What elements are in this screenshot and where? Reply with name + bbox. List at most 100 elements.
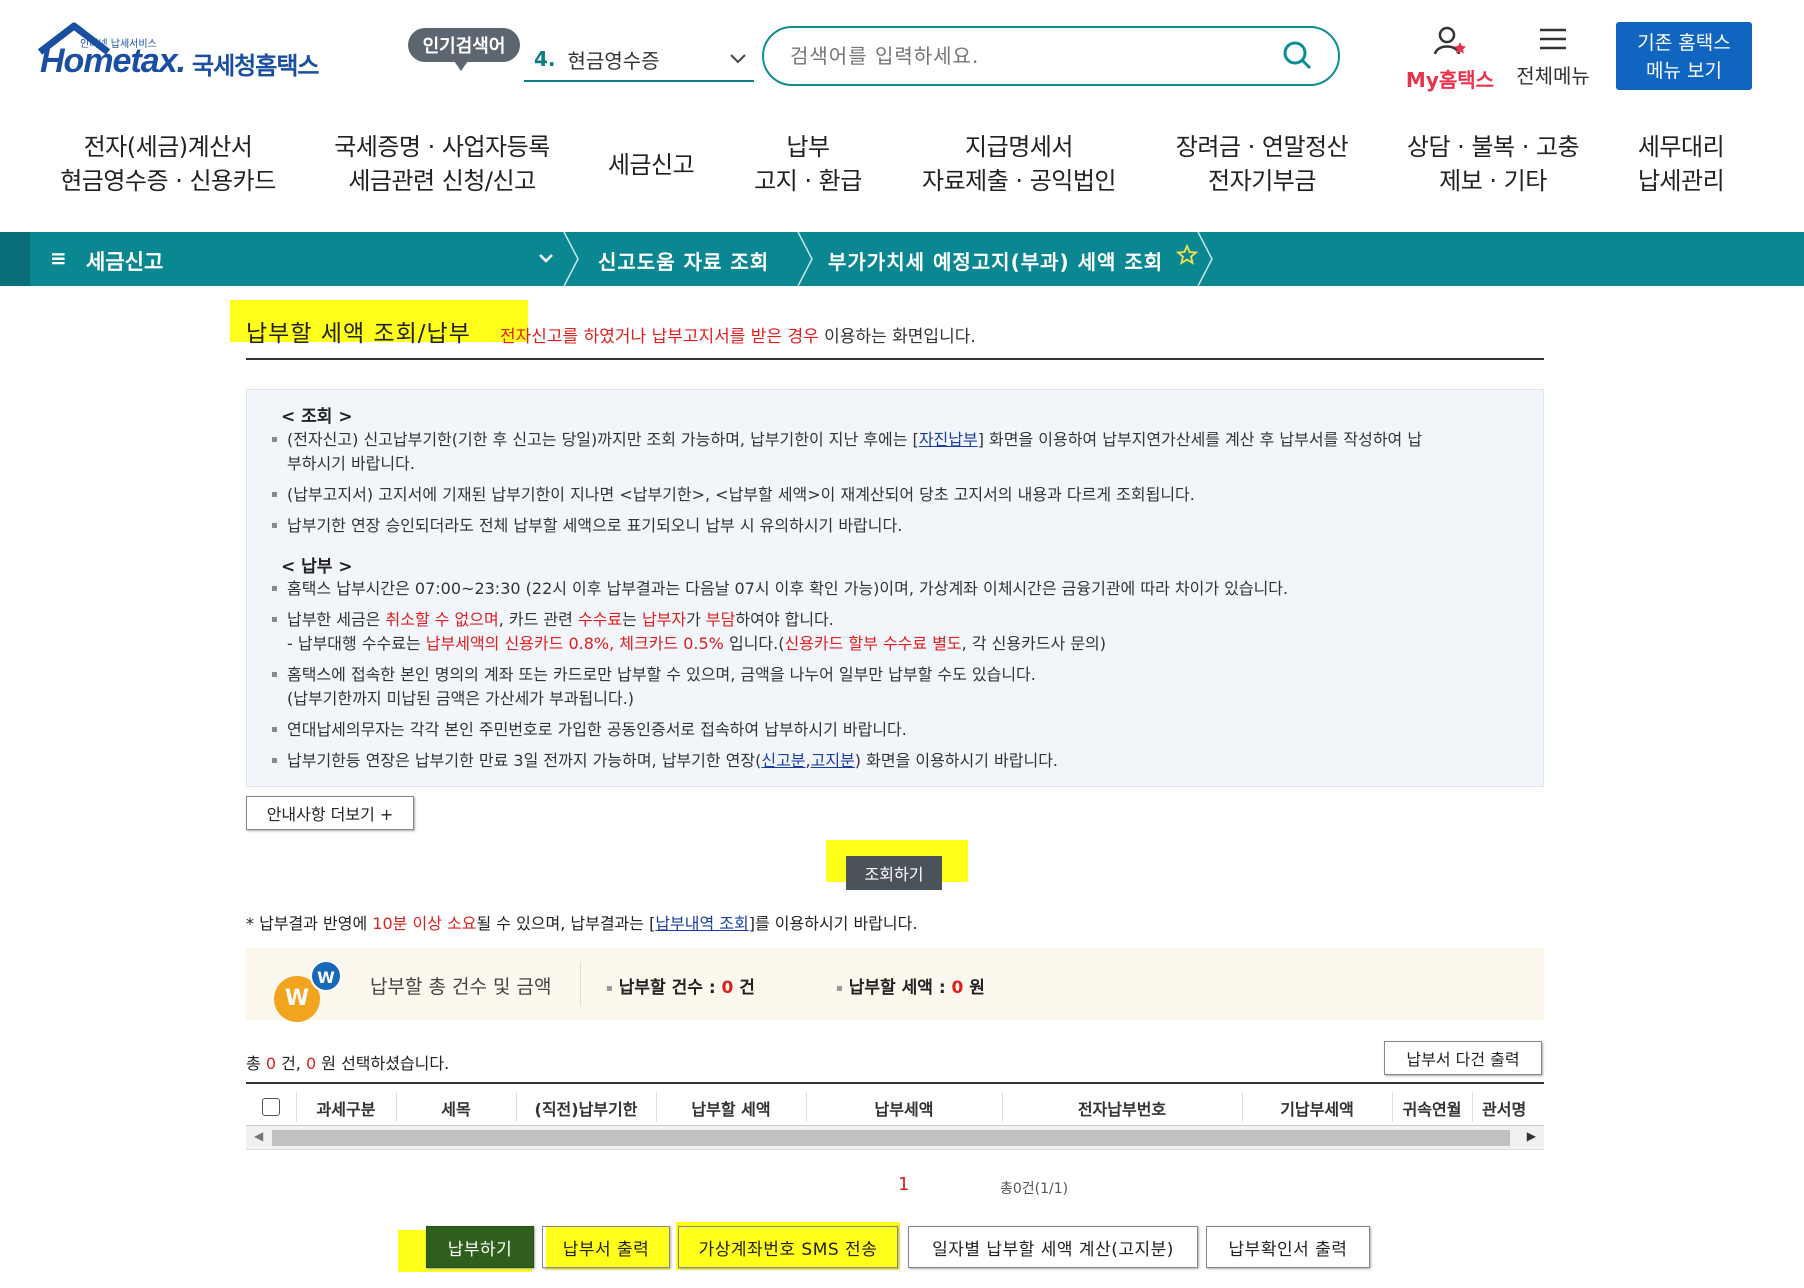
user-icon	[1433, 26, 1466, 55]
guide-item: (전자신고) 신고납부기한(기한 후 신고는 당일)까지만 조회 가능하며, 납…	[271, 428, 1527, 476]
pay-button[interactable]: 납부하기	[426, 1226, 534, 1268]
nav-label: 상담 · 불복 · 고충	[1406, 133, 1580, 161]
column-header[interactable]: 세목	[396, 1096, 516, 1120]
self-payment-link[interactable]: 자진납부	[919, 430, 978, 449]
breadcrumb-separator-icon	[797, 232, 813, 286]
popular-keyword-text: 현금영수증	[567, 48, 660, 73]
won-coin-icon: W	[310, 960, 342, 992]
popular-keywords-badge: 인기검색어	[408, 28, 520, 71]
sel-text: 원 선택하셨습니다.	[316, 1054, 450, 1073]
payment-history-link[interactable]: 납부내역 조회	[655, 914, 748, 933]
old-hometax-menu-button[interactable]: 기존 홈택스 메뉴 보기	[1616, 22, 1752, 90]
guide-item: (납부고지서) 고지서에 기재된 납부기한이 지나면 <납부기한>, <납부할 …	[271, 483, 1527, 507]
search-button[interactable]: 조회하기	[846, 856, 942, 890]
search-input[interactable]	[790, 44, 1270, 68]
nav-certificates[interactable]: 국세증명 · 사업자등록 세금관련 신청/신고	[322, 130, 562, 198]
scroll-right-icon[interactable]: ▶	[1527, 1129, 1536, 1143]
breadcrumb-root[interactable]: 세금신고	[86, 246, 163, 276]
column-header[interactable]: 납부세액	[806, 1096, 1002, 1120]
extension-notice-link[interactable]: 고지분	[811, 751, 855, 770]
column-header[interactable]: 납부할 세액	[656, 1096, 806, 1120]
note-text-red: 10분 이상 소요	[372, 914, 477, 933]
sel-text: 총	[246, 1054, 266, 1073]
note-text: 될 수 있으며, 납부결과는 [	[476, 914, 656, 933]
breadcrumb-item-current[interactable]: 부가가치세 예정고지(부과) 세액 조회	[828, 246, 1163, 275]
guide-text: 납부기한등 연장은 납부기한 만료 3일 전까지 가능하며, 납부기한 연장(	[287, 751, 762, 770]
guide-text: 입니다.(	[723, 634, 785, 653]
chevron-down-icon[interactable]	[536, 246, 556, 270]
old-hometax-line2: 메뉴 보기	[1646, 60, 1722, 82]
my-hometax-link[interactable]: My홈택스	[1398, 26, 1502, 93]
nav-label: 국세증명 · 사업자등록	[334, 133, 550, 161]
scrollbar-thumb[interactable]	[272, 1130, 1510, 1146]
payment-confirm-print-button[interactable]: 납부확인서 출력	[1206, 1226, 1370, 1268]
print-bill-button[interactable]: 납부서 출력	[542, 1226, 670, 1268]
nav-tax-agent[interactable]: 세무대리납세관리	[1618, 130, 1744, 198]
all-menu-button[interactable]: 전체메뉴	[1510, 26, 1596, 89]
nav-label: 자료제출 · 공익법인	[921, 167, 1117, 195]
more-info-button[interactable]: 안내사항 더보기 +	[246, 796, 414, 830]
breadcrumb: ≡ 세금신고 신고도움 자료 조회 부가가치세 예정고지(부과) 세액 조회	[0, 232, 1804, 286]
breadcrumb-item-report-help[interactable]: 신고도움 자료 조회	[598, 246, 769, 275]
search-box	[762, 26, 1340, 86]
select-all-checkbox[interactable]	[262, 1098, 280, 1116]
column-header[interactable]: 관서명	[1482, 1096, 1544, 1120]
nav-tax-report[interactable]: 세금신고	[596, 148, 706, 182]
guide-text: (전자신고) 신고납부기한(기한 후 신고는 당일)까지만 조회 가능하며, 납…	[287, 430, 919, 449]
summary-count: 납부할 건수 : 0 건	[606, 973, 755, 998]
nav-incentive[interactable]: 장려금 · 연말정산 전자기부금	[1160, 130, 1364, 198]
guide-text: (납부기한까지 미납된 금액은 가산세가 부과됩니다.)	[287, 689, 635, 708]
column-header[interactable]: 전자납부번호	[1002, 1096, 1242, 1120]
chevron-down-icon	[730, 54, 746, 64]
summary-count-unit: 건	[733, 978, 755, 998]
column-header[interactable]: 과세구분	[296, 1096, 396, 1120]
logo[interactable]: Hometax.	[40, 42, 186, 81]
note-text: * 납부결과 반영에	[246, 914, 373, 933]
scroll-left-icon[interactable]: ◀	[254, 1129, 263, 1143]
multi-print-button[interactable]: 납부서 다건 출력	[1384, 1041, 1542, 1075]
pagination-page[interactable]: 1	[898, 1174, 909, 1195]
guide-text-red: 납부세액의 신용카드 0.8%, 체크카드 0.5%	[425, 634, 724, 653]
nav-e-invoice[interactable]: 전자(세금)계산서 현금영수증 · 신용카드	[50, 130, 286, 198]
guide-text-red: 부담	[705, 610, 736, 629]
sel-text: 건,	[276, 1054, 306, 1073]
popular-keyword-select[interactable]: 4. 현금영수증	[524, 38, 754, 82]
nav-label: 세금신고	[607, 151, 695, 179]
column-header[interactable]: 기납부세액	[1242, 1096, 1392, 1120]
guide-text: , 카드 관련	[498, 610, 578, 629]
nav-label: 납세관리	[1637, 167, 1725, 195]
summary-label: 납부할 총 건수 및 금액	[370, 976, 552, 998]
nav-payment-statement[interactable]: 지급명세서자료제출 · 공익법인	[908, 130, 1130, 198]
nav-label: 지급명세서	[965, 133, 1073, 161]
nav-consult[interactable]: 상담 · 불복 · 고충 제보 · 기타	[1396, 130, 1590, 198]
search-icon[interactable]	[1282, 40, 1312, 70]
page-description-highlight: 전자신고를 하였거나 납부고지서를 받은 경우	[500, 327, 819, 347]
daily-tax-calc-button[interactable]: 일자별 납부할 세액 계산(고지분)	[908, 1226, 1198, 1268]
column-header[interactable]: (직전)납부기한	[516, 1096, 656, 1120]
popular-keyword-rank: 4.	[534, 47, 556, 71]
sel-count: 0	[265, 1054, 276, 1073]
summary-count-label: 납부할 건수 :	[618, 978, 722, 998]
guide-item: 연대납세의무자는 각각 본인 주민번호로 가입한 공동인증서로 접속하여 납부하…	[271, 718, 1527, 742]
hamburger-icon	[1540, 28, 1566, 50]
summary-amount-value: 0	[951, 978, 964, 998]
guide-text: 는	[622, 610, 642, 629]
menu-icon[interactable]: ≡	[50, 246, 67, 270]
favorite-star-icon[interactable]	[1176, 244, 1198, 266]
sms-virtual-account-button[interactable]: 가상계좌번호 SMS 전송	[678, 1226, 898, 1268]
guide-text: , 각 신용카드사 문의)	[961, 634, 1107, 653]
column-header[interactable]: 귀속연월	[1392, 1096, 1472, 1120]
summary-amount-label: 납부할 세액 :	[848, 978, 952, 998]
nav-label: 전자기부금	[1208, 167, 1316, 195]
sel-amount: 0	[305, 1054, 317, 1073]
pagination-total: 총0건(1/1)	[1000, 1181, 1069, 1197]
nav-label: 세무대리	[1637, 133, 1725, 161]
extension-report-link[interactable]: 신고분	[761, 751, 805, 770]
nav-payment[interactable]: 납부 고지 · 환급	[738, 130, 878, 198]
breadcrumb-separator-icon	[1197, 232, 1213, 286]
horizontal-scrollbar[interactable]: ◀ ▶	[246, 1126, 1544, 1150]
guide-heading-payment: < 납부 >	[281, 557, 353, 577]
note-text: ]를 이용하시기 바랍니다.	[748, 914, 918, 933]
logo-korean[interactable]: 국세청홈택스	[192, 46, 319, 81]
guide-text-red: 납부자	[641, 610, 687, 629]
